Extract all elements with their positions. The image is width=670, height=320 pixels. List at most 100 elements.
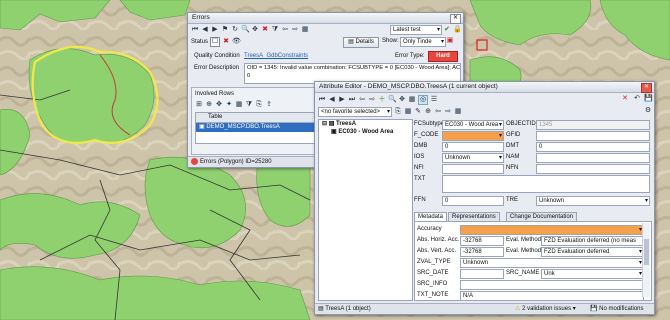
- status-x-icon[interactable]: ✖: [222, 38, 230, 46]
- quality-condition-link[interactable]: TreesA_GdbConstraints: [244, 52, 308, 60]
- gfid-field[interactable]: [536, 131, 650, 141]
- ffn-field[interactable]: 0: [442, 196, 504, 206]
- abs-horiz-field[interactable]: -32768: [460, 236, 504, 246]
- fav-table-icon[interactable]: ▦: [454, 108, 462, 116]
- abs-horiz-label: Abs. Horiz. Acc.: [417, 237, 460, 243]
- nav-forward-icon[interactable]: ⇨: [368, 96, 376, 104]
- zoom-icon[interactable]: 🔍: [241, 26, 250, 34]
- details-button[interactable]: ▤ Details: [343, 37, 379, 48]
- show-options-icon[interactable]: ▣: [446, 37, 454, 45]
- details-label: Details: [355, 39, 374, 45]
- table-header[interactable]: Table: [196, 113, 314, 123]
- prev-icon[interactable]: ◀: [201, 26, 209, 34]
- zval-field[interactable]: Unknown ▾: [460, 258, 644, 268]
- nav-next-icon[interactable]: ▶: [338, 96, 346, 104]
- tre-label: TRE: [506, 197, 518, 203]
- check-icon[interactable]: ✔: [443, 26, 451, 34]
- errors-close-button[interactable]: ✕: [450, 14, 461, 24]
- delete-icon[interactable]: ✖: [261, 26, 269, 34]
- tre-field[interactable]: Unknown ▾: [536, 196, 650, 206]
- attribute-editor-window[interactable]: Attribute Editor - DEMO_MSCP.DBO.TreesA …: [314, 81, 655, 315]
- status-checkbox-icon[interactable]: ☐: [210, 36, 221, 47]
- src-name-field[interactable]: Unk ▾: [541, 269, 644, 279]
- accuracy-field[interactable]: ▾: [460, 225, 644, 235]
- export-icon[interactable]: ⇪: [265, 101, 273, 109]
- nam-field[interactable]: [536, 153, 650, 163]
- list-icon[interactable]: ☰: [430, 96, 438, 104]
- filter-icon[interactable]: ⧩: [245, 101, 253, 109]
- fav-grid-icon[interactable]: ▦: [404, 108, 412, 116]
- zval-label: ZVAL_TYPE: [417, 259, 451, 265]
- attr-titlebar[interactable]: Attribute Editor - DEMO_MSCP.DBO.TreesA …: [315, 82, 654, 93]
- zoom-to-icon[interactable]: ⊕: [205, 101, 213, 109]
- dmt-label: DMT: [506, 143, 519, 149]
- fav-forward-icon[interactable]: ⇨: [444, 108, 452, 116]
- nav-first-icon[interactable]: ⏮: [318, 96, 326, 104]
- dmb-field[interactable]: 0: [442, 142, 504, 152]
- table-row[interactable]: ▣ DEMO_MSCP.DBO.TreesA: [196, 123, 314, 132]
- select-icon[interactable]: ⊞: [195, 101, 203, 109]
- back-icon[interactable]: ⇦: [281, 26, 289, 34]
- scrollbar-thumb[interactable]: [644, 239, 649, 265]
- abs-vert-field[interactable]: -32768: [460, 247, 504, 257]
- tree-root[interactable]: ⊟ ▤ TreesA: [319, 120, 412, 128]
- ffn-label: FFN: [414, 197, 426, 203]
- table-icon[interactable]: ▦: [235, 101, 243, 109]
- fcode-field[interactable]: ▾: [442, 131, 504, 141]
- filter-icon[interactable]: ⧩: [271, 26, 279, 34]
- validation-issues[interactable]: ⚠ 2 validation issues ▾: [515, 304, 576, 314]
- attr-close-button[interactable]: ✕: [641, 83, 652, 93]
- flash-icon[interactable]: ✦: [225, 101, 233, 109]
- save-icon[interactable]: 💾: [644, 95, 653, 103]
- status-eye-icon[interactable]: 👁: [232, 38, 241, 46]
- tree-child[interactable]: ▣ EC030 - Wood Area: [319, 128, 412, 136]
- lock-icon[interactable]: 🔒: [453, 26, 462, 34]
- test-dropdown[interactable]: Latest test ▾: [390, 25, 442, 35]
- src-date-field[interactable]: [460, 269, 504, 279]
- settings-icon[interactable]: ⚙: [644, 107, 652, 115]
- fav-edit-icon[interactable]: ✎: [414, 108, 422, 116]
- undo-icon[interactable]: ↶: [633, 95, 641, 103]
- fav-copy-icon[interactable]: ⎘: [394, 108, 402, 116]
- errors-titlebar[interactable]: Errors ✕: [188, 13, 463, 24]
- txt-note-field[interactable]: N/A: [460, 291, 644, 300]
- fav-back-icon[interactable]: ⇦: [434, 108, 442, 116]
- dmt-field[interactable]: 0: [536, 142, 650, 152]
- grid-icon[interactable]: ▦: [408, 96, 416, 104]
- show-dropdown[interactable]: Only Tinde ▾: [400, 37, 446, 47]
- eval-method-field-1[interactable]: FZD Evaluation deferred (no meas: [541, 236, 644, 246]
- favorite-dropdown[interactable]: <no favorite selected> ▾: [318, 107, 392, 117]
- zoom-icon[interactable]: 🔍: [388, 96, 397, 104]
- ios-field[interactable]: Unknown ▾: [442, 153, 504, 163]
- forward-icon[interactable]: ⇨: [291, 26, 299, 34]
- pan-icon[interactable]: ✥: [398, 96, 406, 104]
- nav-back-icon[interactable]: ⇦: [358, 96, 366, 104]
- nav-last-icon[interactable]: ⏭: [348, 96, 356, 104]
- fav-apply-icon[interactable]: ⊕: [424, 108, 432, 116]
- fcsubtype-field[interactable]: EC030 - Wood Area ▾: [442, 120, 504, 130]
- copy-icon[interactable]: ⎘: [255, 101, 263, 109]
- nfn-field[interactable]: [536, 164, 650, 174]
- src-info-field[interactable]: [460, 280, 644, 290]
- dmt-value: 0: [539, 144, 543, 150]
- flag-icon[interactable]: ⚑: [221, 26, 229, 34]
- flash-icon[interactable]: ◎: [418, 94, 428, 105]
- grid-icon[interactable]: ▦: [301, 26, 309, 34]
- eval-method-field-2[interactable]: FZD Evaluation deferred ▾: [541, 247, 644, 257]
- collapse-icon[interactable]: ⊟: [322, 121, 327, 127]
- pan-icon[interactable]: ✥: [251, 26, 259, 34]
- nav-prev-icon[interactable]: ◀: [328, 96, 336, 104]
- cancel-edit-icon[interactable]: ✕: [621, 95, 629, 103]
- table-row-label: DEMO_MSCP.DBO.TreesA: [206, 124, 280, 130]
- first-icon[interactable]: ⏮: [191, 26, 199, 34]
- metadata-scrollbar[interactable]: [642, 223, 650, 297]
- gfid-label: GFID: [506, 132, 521, 138]
- add-icon[interactable]: ＋: [378, 96, 386, 104]
- tree-child-label: EC030 - Wood Area: [338, 129, 394, 135]
- refresh-icon[interactable]: ↻: [231, 26, 239, 34]
- nfi-field[interactable]: [442, 164, 504, 174]
- txt-field[interactable]: [442, 175, 650, 193]
- attr-statusbar: ▤ TreesA (1 object) ⚠ 2 validation issue…: [315, 303, 654, 314]
- pan-to-icon[interactable]: ✥: [215, 101, 223, 109]
- next-icon[interactable]: ▶: [211, 26, 219, 34]
